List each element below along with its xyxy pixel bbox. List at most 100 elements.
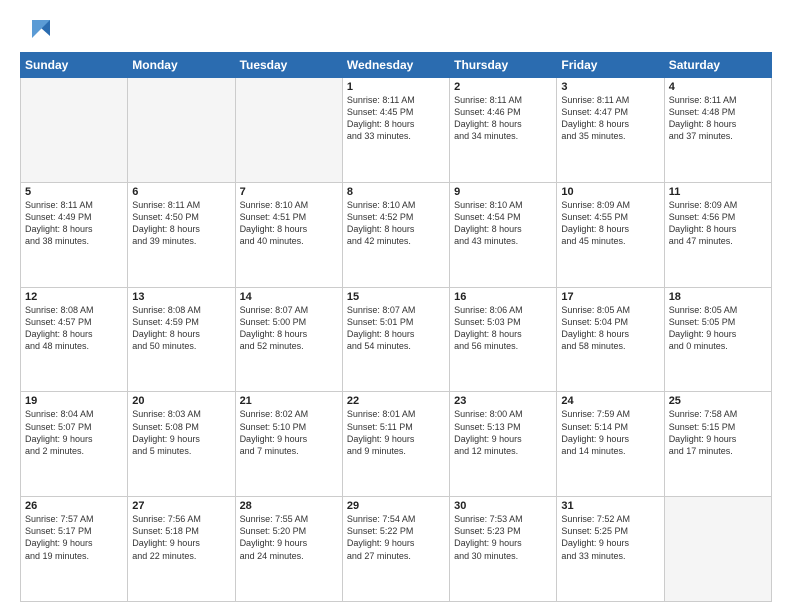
day-info: Sunrise: 8:11 AM Sunset: 4:46 PM Dayligh… — [454, 94, 552, 143]
calendar-cell — [21, 78, 128, 183]
calendar-cell: 28Sunrise: 7:55 AM Sunset: 5:20 PM Dayli… — [235, 497, 342, 602]
day-info: Sunrise: 7:59 AM Sunset: 5:14 PM Dayligh… — [561, 408, 659, 457]
calendar-cell: 29Sunrise: 7:54 AM Sunset: 5:22 PM Dayli… — [342, 497, 449, 602]
calendar-cell: 26Sunrise: 7:57 AM Sunset: 5:17 PM Dayli… — [21, 497, 128, 602]
day-number: 13 — [132, 291, 230, 303]
weekday-header-thursday: Thursday — [450, 53, 557, 78]
day-number: 27 — [132, 500, 230, 512]
day-number: 8 — [347, 186, 445, 198]
day-number: 28 — [240, 500, 338, 512]
week-row-4: 26Sunrise: 7:57 AM Sunset: 5:17 PM Dayli… — [21, 497, 772, 602]
calendar-cell: 9Sunrise: 8:10 AM Sunset: 4:54 PM Daylig… — [450, 182, 557, 287]
calendar-table: SundayMondayTuesdayWednesdayThursdayFrid… — [20, 52, 772, 602]
calendar-cell: 23Sunrise: 8:00 AM Sunset: 5:13 PM Dayli… — [450, 392, 557, 497]
calendar-cell: 19Sunrise: 8:04 AM Sunset: 5:07 PM Dayli… — [21, 392, 128, 497]
day-number: 2 — [454, 81, 552, 93]
weekday-header-row: SundayMondayTuesdayWednesdayThursdayFrid… — [21, 53, 772, 78]
calendar-cell — [235, 78, 342, 183]
day-number: 22 — [347, 395, 445, 407]
week-row-3: 19Sunrise: 8:04 AM Sunset: 5:07 PM Dayli… — [21, 392, 772, 497]
calendar-cell: 21Sunrise: 8:02 AM Sunset: 5:10 PM Dayli… — [235, 392, 342, 497]
day-number: 12 — [25, 291, 123, 303]
page: SundayMondayTuesdayWednesdayThursdayFrid… — [0, 0, 792, 612]
calendar-cell: 10Sunrise: 8:09 AM Sunset: 4:55 PM Dayli… — [557, 182, 664, 287]
day-info: Sunrise: 8:05 AM Sunset: 5:05 PM Dayligh… — [669, 304, 767, 353]
weekday-header-saturday: Saturday — [664, 53, 771, 78]
calendar-cell: 5Sunrise: 8:11 AM Sunset: 4:49 PM Daylig… — [21, 182, 128, 287]
day-number: 17 — [561, 291, 659, 303]
day-number: 24 — [561, 395, 659, 407]
day-info: Sunrise: 8:08 AM Sunset: 4:59 PM Dayligh… — [132, 304, 230, 353]
calendar-cell: 24Sunrise: 7:59 AM Sunset: 5:14 PM Dayli… — [557, 392, 664, 497]
day-info: Sunrise: 8:05 AM Sunset: 5:04 PM Dayligh… — [561, 304, 659, 353]
calendar-cell: 16Sunrise: 8:06 AM Sunset: 5:03 PM Dayli… — [450, 287, 557, 392]
logo-icon — [22, 16, 50, 44]
day-info: Sunrise: 8:04 AM Sunset: 5:07 PM Dayligh… — [25, 408, 123, 457]
weekday-header-friday: Friday — [557, 53, 664, 78]
calendar-cell: 25Sunrise: 7:58 AM Sunset: 5:15 PM Dayli… — [664, 392, 771, 497]
day-info: Sunrise: 8:00 AM Sunset: 5:13 PM Dayligh… — [454, 408, 552, 457]
calendar-cell: 1Sunrise: 8:11 AM Sunset: 4:45 PM Daylig… — [342, 78, 449, 183]
calendar-cell: 8Sunrise: 8:10 AM Sunset: 4:52 PM Daylig… — [342, 182, 449, 287]
day-info: Sunrise: 8:02 AM Sunset: 5:10 PM Dayligh… — [240, 408, 338, 457]
day-number: 5 — [25, 186, 123, 198]
day-number: 23 — [454, 395, 552, 407]
day-number: 7 — [240, 186, 338, 198]
weekday-header-monday: Monday — [128, 53, 235, 78]
day-info: Sunrise: 8:07 AM Sunset: 5:01 PM Dayligh… — [347, 304, 445, 353]
calendar-cell: 7Sunrise: 8:10 AM Sunset: 4:51 PM Daylig… — [235, 182, 342, 287]
day-info: Sunrise: 8:09 AM Sunset: 4:55 PM Dayligh… — [561, 199, 659, 248]
day-number: 19 — [25, 395, 123, 407]
calendar-cell: 15Sunrise: 8:07 AM Sunset: 5:01 PM Dayli… — [342, 287, 449, 392]
day-info: Sunrise: 8:11 AM Sunset: 4:49 PM Dayligh… — [25, 199, 123, 248]
calendar-cell — [664, 497, 771, 602]
day-number: 16 — [454, 291, 552, 303]
calendar-cell: 6Sunrise: 8:11 AM Sunset: 4:50 PM Daylig… — [128, 182, 235, 287]
weekday-header-wednesday: Wednesday — [342, 53, 449, 78]
weekday-header-tuesday: Tuesday — [235, 53, 342, 78]
calendar-cell: 2Sunrise: 8:11 AM Sunset: 4:46 PM Daylig… — [450, 78, 557, 183]
day-number: 11 — [669, 186, 767, 198]
day-number: 31 — [561, 500, 659, 512]
day-number: 10 — [561, 186, 659, 198]
day-info: Sunrise: 8:11 AM Sunset: 4:48 PM Dayligh… — [669, 94, 767, 143]
week-row-0: 1Sunrise: 8:11 AM Sunset: 4:45 PM Daylig… — [21, 78, 772, 183]
day-number: 14 — [240, 291, 338, 303]
calendar-cell: 3Sunrise: 8:11 AM Sunset: 4:47 PM Daylig… — [557, 78, 664, 183]
day-info: Sunrise: 8:10 AM Sunset: 4:51 PM Dayligh… — [240, 199, 338, 248]
calendar-cell — [128, 78, 235, 183]
day-info: Sunrise: 7:56 AM Sunset: 5:18 PM Dayligh… — [132, 513, 230, 562]
calendar-cell: 13Sunrise: 8:08 AM Sunset: 4:59 PM Dayli… — [128, 287, 235, 392]
day-number: 21 — [240, 395, 338, 407]
day-info: Sunrise: 8:10 AM Sunset: 4:54 PM Dayligh… — [454, 199, 552, 248]
day-info: Sunrise: 8:06 AM Sunset: 5:03 PM Dayligh… — [454, 304, 552, 353]
day-info: Sunrise: 7:54 AM Sunset: 5:22 PM Dayligh… — [347, 513, 445, 562]
week-row-1: 5Sunrise: 8:11 AM Sunset: 4:49 PM Daylig… — [21, 182, 772, 287]
calendar-cell: 17Sunrise: 8:05 AM Sunset: 5:04 PM Dayli… — [557, 287, 664, 392]
header — [20, 16, 772, 44]
calendar-cell: 30Sunrise: 7:53 AM Sunset: 5:23 PM Dayli… — [450, 497, 557, 602]
day-info: Sunrise: 7:53 AM Sunset: 5:23 PM Dayligh… — [454, 513, 552, 562]
day-number: 26 — [25, 500, 123, 512]
logo — [20, 16, 50, 44]
calendar-cell: 22Sunrise: 8:01 AM Sunset: 5:11 PM Dayli… — [342, 392, 449, 497]
day-info: Sunrise: 8:08 AM Sunset: 4:57 PM Dayligh… — [25, 304, 123, 353]
day-info: Sunrise: 8:01 AM Sunset: 5:11 PM Dayligh… — [347, 408, 445, 457]
day-info: Sunrise: 8:07 AM Sunset: 5:00 PM Dayligh… — [240, 304, 338, 353]
day-info: Sunrise: 7:57 AM Sunset: 5:17 PM Dayligh… — [25, 513, 123, 562]
day-number: 6 — [132, 186, 230, 198]
day-info: Sunrise: 7:52 AM Sunset: 5:25 PM Dayligh… — [561, 513, 659, 562]
calendar-cell: 31Sunrise: 7:52 AM Sunset: 5:25 PM Dayli… — [557, 497, 664, 602]
day-number: 20 — [132, 395, 230, 407]
calendar-cell: 14Sunrise: 8:07 AM Sunset: 5:00 PM Dayli… — [235, 287, 342, 392]
day-number: 29 — [347, 500, 445, 512]
day-number: 3 — [561, 81, 659, 93]
day-number: 25 — [669, 395, 767, 407]
day-number: 30 — [454, 500, 552, 512]
day-number: 1 — [347, 81, 445, 93]
calendar-cell: 27Sunrise: 7:56 AM Sunset: 5:18 PM Dayli… — [128, 497, 235, 602]
day-info: Sunrise: 8:10 AM Sunset: 4:52 PM Dayligh… — [347, 199, 445, 248]
day-number: 4 — [669, 81, 767, 93]
day-number: 18 — [669, 291, 767, 303]
day-info: Sunrise: 8:11 AM Sunset: 4:45 PM Dayligh… — [347, 94, 445, 143]
